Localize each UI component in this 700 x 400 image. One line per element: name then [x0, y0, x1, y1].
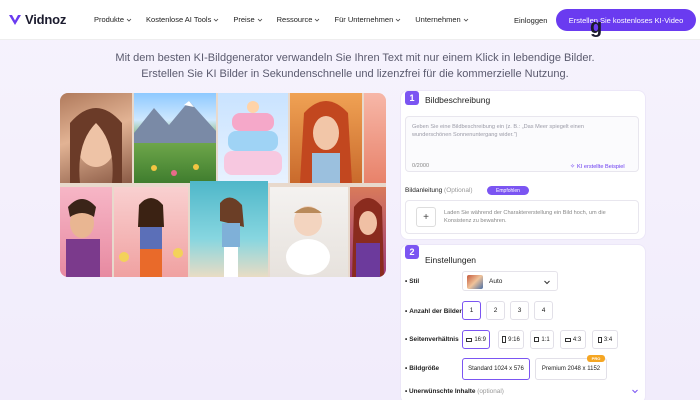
chevron-down-icon: [257, 18, 262, 22]
count-option-3[interactable]: 3: [510, 301, 529, 320]
login-link[interactable]: Einloggen: [514, 16, 547, 25]
description-placeholder: Geben Sie eine Bildbeschreibung ein (z. …: [412, 124, 584, 138]
ratio-label: 9:16: [508, 336, 520, 343]
bullet-icon: •: [405, 336, 408, 343]
ratio-icon: [534, 337, 540, 342]
stil-label-text: Stil: [409, 278, 420, 285]
ratio-label: 3:4: [603, 336, 613, 343]
ratio-3-4[interactable]: 3:4: [592, 330, 618, 349]
ratio-icon: [564, 337, 571, 342]
bullet-icon: •: [405, 365, 408, 372]
nav-item-unternehmen-fuer[interactable]: Für Unternehmen: [334, 15, 401, 24]
groesse-label-text: Bildgröße: [409, 365, 440, 372]
nav-label: Kostenlose AI Tools: [146, 15, 212, 24]
ratio-icon: [502, 336, 507, 343]
ratio-icon: [597, 336, 602, 343]
bullet-icon: •: [405, 278, 408, 285]
sample-image-baby: [270, 187, 348, 277]
bullet-icon: •: [405, 388, 408, 395]
ratio-label: 1:1: [541, 336, 550, 343]
count-option-2[interactable]: 2: [486, 301, 505, 320]
sample-image-girl-flowers: [114, 187, 188, 277]
chevron-down-icon: [214, 18, 219, 22]
step-2-panel: 2 Einstellungen • Stil Auto • Anzahl der B…: [400, 244, 646, 400]
bildanleitung-text: Bildanleitung: [405, 187, 443, 194]
bildanleitung-label: Bildanleitung (Optional): [405, 187, 473, 194]
style-thumbnail: [467, 275, 483, 289]
pro-badge: PRO: [587, 355, 605, 362]
panel-title: Bildbeschreibung: [425, 95, 491, 105]
optional-text: (Optional): [444, 187, 473, 194]
sparkle-icon: ✧: [570, 164, 576, 170]
add-image-button[interactable]: +: [416, 207, 436, 227]
seitenverhaeltnis-label: • Seitenverhältnis: [405, 336, 459, 343]
sample-image-edge: [364, 93, 386, 183]
size-standard[interactable]: Standard 1024 x 576: [462, 358, 530, 380]
panel-title: Einstellungen: [425, 255, 477, 265]
nav-label: Unternehmen: [415, 15, 461, 24]
chevron-down-icon: [395, 18, 401, 22]
nav-item-ressource[interactable]: Ressource: [277, 15, 321, 24]
sample-image-woman-purple: [350, 187, 386, 277]
image-description-input[interactable]: Geben Sie eine Bildbeschreibung ein (z. …: [405, 116, 639, 172]
stil-label: • Stil: [405, 278, 419, 285]
example-link-text: KI erstellte Beispiel: [577, 163, 625, 170]
sample-image-cake: [218, 93, 288, 183]
ratio-1-1[interactable]: 1:1: [530, 330, 554, 349]
create-video-button[interactable]: Erstellen Sie kostenloses KI-Video: [556, 9, 696, 31]
seiten-label-text: Seitenverhältnis: [409, 336, 459, 343]
logo-text: Vidnoz: [25, 12, 67, 27]
char-count: 0/2000: [412, 163, 430, 169]
optional-text: (optional): [477, 388, 504, 395]
step-1-panel: 1 Bildbeschreibung Geben Sie eine Bildbe…: [400, 90, 646, 240]
nav-label: Preise: [233, 15, 255, 24]
anzahl-label: • Anzahl der Bilder: [405, 308, 462, 315]
hero-subtitle: Mit dem besten KI-Bildgenerator verwande…: [115, 52, 595, 80]
sample-image-landscape: [134, 93, 216, 183]
chevron-down-icon: [544, 280, 550, 285]
sample-image-couple: [60, 187, 112, 277]
nav-label: Ressource: [276, 15, 313, 24]
nav-menu: Produkte Kostenlose AI Tools Preise Ress…: [94, 15, 483, 24]
stil-value: Auto: [489, 278, 503, 285]
unwanted-content-toggle[interactable]: • Unerwünschte Inhalte (optional): [405, 388, 504, 395]
step-number-badge: 1: [405, 91, 419, 105]
ratio-icon: [466, 337, 473, 342]
ratio-4-3[interactable]: 4:3: [560, 330, 586, 349]
count-option-1[interactable]: 1: [462, 301, 481, 320]
plus-icon: +: [423, 211, 429, 223]
example-link[interactable]: ✧ KI erstellte Beispiel: [570, 163, 625, 171]
nav-item-produkte[interactable]: Produkte: [94, 15, 132, 24]
step-number-badge: 2: [405, 245, 419, 259]
ratio-label: 16:9: [474, 336, 486, 343]
logo-icon: [9, 14, 21, 25]
sample-image-woman-beach: [190, 181, 268, 277]
nav-item-unternehmen[interactable]: Unternehmen: [415, 15, 469, 24]
chevron-down-icon: [126, 18, 132, 22]
ratio-16-9[interactable]: 16:9: [462, 330, 490, 349]
anzahl-label-text: Anzahl der Bilder: [409, 308, 462, 315]
nav-label: Für Unternehmen: [334, 15, 394, 24]
nav-item-ai-tools[interactable]: Kostenlose AI Tools: [146, 15, 219, 24]
count-option-4[interactable]: 4: [534, 301, 553, 320]
hero-title-fragment: g: [590, 22, 603, 38]
bildgroesse-label: • Bildgröße: [405, 365, 439, 372]
nav-item-preise[interactable]: Preise: [233, 15, 262, 24]
chevron-down-icon[interactable]: [631, 387, 639, 395]
chevron-down-icon: [315, 18, 320, 22]
unerw-label-text: Unerwünschte Inhalte: [409, 388, 476, 395]
sample-image-portrait-woman: [60, 93, 132, 183]
image-guide-upload[interactable]: + Laden Sie während der Charaktererstell…: [405, 200, 639, 234]
stil-select[interactable]: Auto: [462, 271, 558, 291]
logo[interactable]: Vidnoz: [8, 12, 88, 27]
bullet-icon: •: [405, 308, 408, 315]
upload-hint: Laden Sie während der Charaktererstellun…: [444, 210, 606, 224]
ratio-label: 4:3: [572, 336, 582, 343]
sample-image-woman-redhair: [290, 93, 362, 183]
ratio-9-16[interactable]: 9:16: [498, 330, 524, 349]
chevron-down-icon: [463, 18, 469, 22]
nav-label: Produkte: [94, 15, 125, 24]
recommended-badge: Empfohlen: [487, 186, 529, 195]
sample-images-collage: [60, 93, 386, 277]
